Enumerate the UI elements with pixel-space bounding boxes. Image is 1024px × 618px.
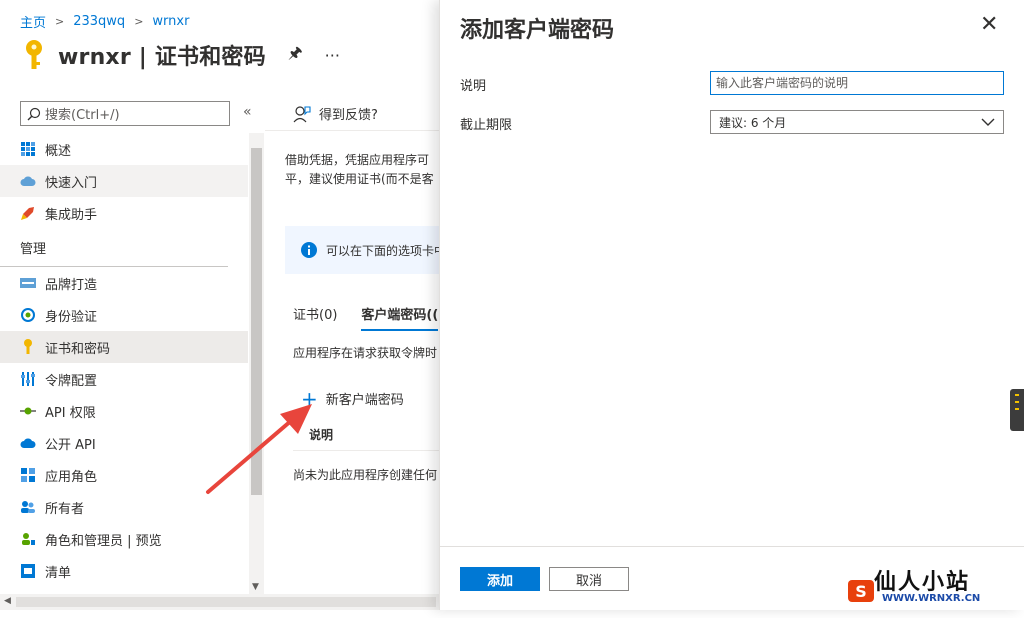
watermark-text: 仙人小站 <box>874 570 971 595</box>
handle-grip <box>1015 408 1019 410</box>
add-client-secret-panel: 添加客户端密码 ✕ 说明 截止期限 建议: 6 个月 添加 取消 <box>439 0 1024 610</box>
owners-icon <box>20 499 36 515</box>
search-placeholder: 搜索(Ctrl+/) <box>45 108 120 123</box>
scroll-left-arrow-icon[interactable]: ◀ <box>4 596 11 606</box>
annotation-arrow-icon <box>206 404 312 494</box>
nav-item-overview[interactable]: 概述 <box>0 133 248 165</box>
token-icon <box>20 371 36 387</box>
nav-item-quickstart[interactable]: 快速入门 <box>0 165 248 197</box>
feedback-label: 得到反馈? <box>319 108 378 123</box>
nav-item-token-configuration[interactable]: 令牌配置 <box>0 363 248 395</box>
nav-item-authentication[interactable]: 身份验证 <box>0 299 248 331</box>
info-icon <box>301 242 317 258</box>
nav-item-manifest[interactable]: 清单 <box>0 555 248 587</box>
nav-list: 概述 快速入门 集成助手 管理 品牌打造 身份验证 证书和密码 令牌配置 API… <box>0 133 248 587</box>
breadcrumb-home[interactable]: 主页 <box>20 12 46 31</box>
page-header: wrnxr | 证书和密码 🖈 ··· <box>20 38 340 72</box>
side-handle[interactable] <box>1010 389 1024 431</box>
tab-certificates[interactable]: 证书(0) <box>293 304 337 331</box>
description-line: 借助凭据，凭据应用程序可 <box>285 153 430 167</box>
nav-item-label: API 权限 <box>45 405 96 421</box>
nav-item-integration-assistant[interactable]: 集成助手 <box>0 197 248 229</box>
nav-item-label: 应用角色 <box>45 469 98 485</box>
nav-item-label: 品牌打造 <box>45 277 98 293</box>
search-input[interactable]: 搜索(Ctrl+/) <box>20 101 230 126</box>
nav-item-label: 快速入门 <box>45 175 98 191</box>
feedback-button[interactable]: 得到反馈? <box>293 104 378 123</box>
watermark-badge: S <box>848 580 874 602</box>
chevron-right-icon: > <box>55 15 65 28</box>
handle-grip <box>1015 401 1019 403</box>
expiry-dropdown[interactable]: 建议: 6 个月 <box>710 110 1004 134</box>
scroll-down-arrow-icon[interactable]: ▼ <box>252 582 259 592</box>
cloud-api-icon <box>20 435 36 451</box>
more-options-button[interactable]: ··· <box>325 46 340 65</box>
chevron-right-icon: > <box>134 15 144 28</box>
new-client-secret-label: 新客户端密码 <box>325 393 404 408</box>
description-input[interactable] <box>710 71 1004 95</box>
description-label: 说明 <box>460 79 487 94</box>
nav-item-label: 角色和管理员 | 预览 <box>45 533 162 549</box>
feedback-icon <box>293 105 311 122</box>
description-text: 借助凭据，凭据应用程序可 平，建议使用证书(而不是客 <box>285 151 434 189</box>
app-roles-icon <box>20 467 36 483</box>
nav-item-label: 令牌配置 <box>45 373 98 389</box>
key-icon <box>26 40 42 69</box>
watermark-logo: S 仙人小站 WWW.WRNXR.CN <box>844 560 1024 618</box>
key-icon <box>20 339 36 355</box>
nav-scrollbar[interactable]: ▼ <box>249 133 264 594</box>
auth-icon <box>20 307 36 323</box>
horizontal-scroll-thumb[interactable] <box>16 597 436 607</box>
api-permission-icon <box>20 403 36 419</box>
nav-item-label: 清单 <box>45 565 72 581</box>
close-icon[interactable]: ✕ <box>980 14 998 36</box>
nav-item-label: 证书和密码 <box>45 341 111 357</box>
chevron-down-icon <box>981 118 995 126</box>
nav-item-label: 身份验证 <box>45 309 98 325</box>
panel-footer-divider <box>440 546 1024 547</box>
nav-item-roles-administrators[interactable]: 角色和管理员 | 预览 <box>0 523 248 555</box>
pin-icon[interactable]: 🖈 <box>288 42 303 69</box>
breadcrumb-tenant[interactable]: 233qwq <box>73 14 125 29</box>
branding-icon <box>20 275 36 291</box>
nav-item-label: 集成助手 <box>45 207 98 223</box>
nav-item-label: 公开 API <box>45 437 96 453</box>
page-title: wrnxr | 证书和密码 <box>58 45 266 70</box>
info-text: 可以在下面的选项卡中 <box>326 243 440 258</box>
handle-grip <box>1015 394 1019 396</box>
nav-section-manage: 管理 <box>0 229 228 267</box>
rocket-icon <box>20 205 36 221</box>
nav-item-label: 所有者 <box>45 501 85 517</box>
tab-client-secrets[interactable]: 客户端密码(( <box>361 304 439 331</box>
expiry-selected-value: 建议: 6 个月 <box>719 115 787 130</box>
collapse-nav-button[interactable]: « <box>243 104 252 120</box>
breadcrumb: 主页 > 233qwq > wrnxr <box>20 12 189 31</box>
grid-icon <box>20 141 36 157</box>
nav-item-certificates-secrets[interactable]: 证书和密码 <box>0 331 248 363</box>
roles-admin-icon <box>20 531 36 547</box>
tab-bar: 证书(0) 客户端密码(( <box>293 304 440 331</box>
divider <box>265 130 440 131</box>
tab-description: 应用程序在请求获取令牌时 <box>293 346 438 360</box>
nav-item-branding[interactable]: 品牌打造 <box>0 267 248 299</box>
info-banner: 可以在下面的选项卡中 <box>285 226 440 274</box>
main-content: 得到反馈? 借助凭据，凭据应用程序可 平，建议使用证书(而不是客 可以在下面的选… <box>265 96 440 594</box>
manifest-icon <box>20 563 36 579</box>
cancel-button[interactable]: 取消 <box>549 567 629 591</box>
horizontal-scrollbar[interactable]: ◀ <box>0 594 440 610</box>
nav-item-label: 概述 <box>45 143 72 159</box>
search-icon <box>27 107 41 120</box>
cloud-icon <box>20 173 36 189</box>
add-button[interactable]: 添加 <box>460 567 540 591</box>
watermark-url: WWW.WRNXR.CN <box>882 593 981 604</box>
panel-title: 添加客户端密码 <box>460 18 615 43</box>
left-nav: 搜索(Ctrl+/) « 概述 快速入门 集成助手 管理 品牌打造 身份验证 证… <box>0 96 264 594</box>
description-line: 平，建议使用证书(而不是客 <box>285 172 434 186</box>
expiry-label: 截止期限 <box>460 118 513 133</box>
breadcrumb-app[interactable]: wrnxr <box>152 14 189 29</box>
